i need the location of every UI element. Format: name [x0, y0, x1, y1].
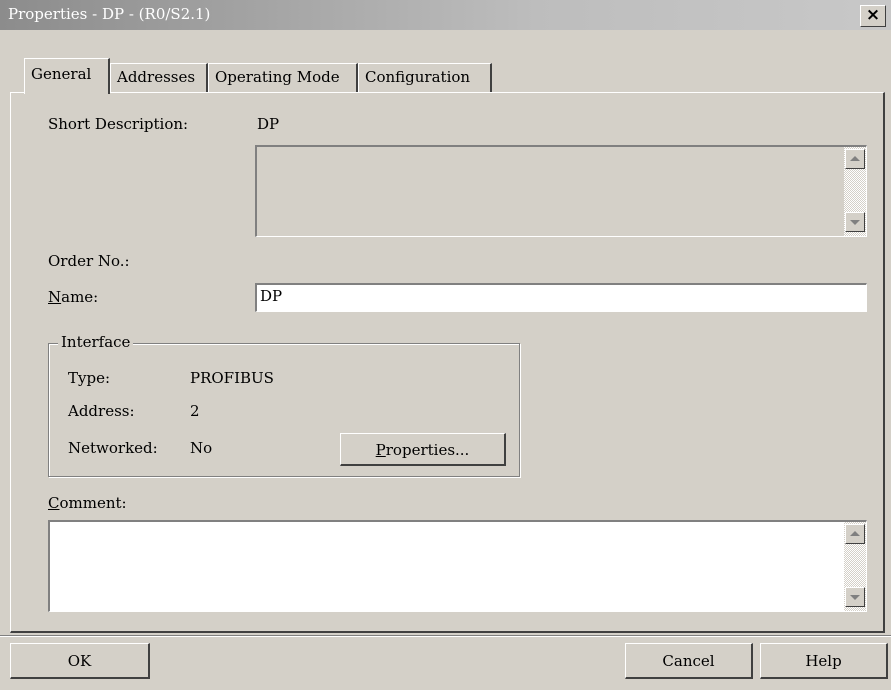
order-no-label: Order No.:	[48, 252, 130, 270]
close-icon: ×	[865, 5, 881, 25]
tab-general-label: General	[31, 65, 92, 83]
comment-label-mnemonic: C	[48, 494, 60, 512]
properties-button-mnemonic: P	[375, 441, 386, 459]
cancel-button[interactable]: Cancel	[625, 643, 753, 679]
scroll-up-button[interactable]	[845, 524, 865, 544]
arrow-up-icon	[850, 156, 860, 161]
description-scrollbar[interactable]	[844, 147, 866, 236]
ok-button[interactable]: OK	[10, 643, 150, 679]
interface-type-value: PROFIBUS	[190, 369, 274, 387]
comment-textarea[interactable]	[48, 520, 867, 612]
scroll-down-button[interactable]	[845, 587, 865, 607]
short-description-label: Short Description:	[48, 115, 189, 133]
arrow-down-icon	[850, 220, 860, 225]
interface-properties-button[interactable]: Properties...	[340, 433, 506, 466]
properties-button-rest: roperties...	[385, 441, 470, 459]
interface-address-label: Address:	[68, 402, 135, 420]
interface-networked-value: No	[190, 439, 213, 457]
arrow-down-icon	[850, 595, 860, 600]
tab-addresses-label: Addresses	[117, 68, 196, 86]
comment-scrollbar[interactable]	[844, 522, 866, 611]
comment-label-rest: omment:	[59, 494, 127, 512]
arrow-up-icon	[850, 531, 860, 536]
help-button-label: Help	[805, 652, 842, 670]
tab-configuration-label: Configuration	[365, 68, 471, 86]
tab-addresses[interactable]: Addresses	[110, 63, 208, 92]
interface-networked-label: Networked:	[68, 439, 158, 457]
name-input[interactable]: DP	[255, 283, 867, 312]
name-label-mnemonic: N	[48, 288, 62, 306]
tab-operating-mode-label: Operating Mode	[215, 68, 340, 86]
ok-button-label: OK	[67, 652, 92, 670]
scroll-up-button[interactable]	[845, 149, 865, 169]
cancel-button-label: Cancel	[662, 652, 715, 670]
close-button[interactable]: ×	[860, 5, 886, 27]
name-label: Name:	[48, 288, 98, 306]
comment-label: Comment:	[48, 494, 127, 512]
scroll-down-button[interactable]	[845, 212, 865, 232]
tab-general[interactable]: General	[24, 58, 110, 94]
interface-legend: Interface	[58, 333, 134, 351]
title-bar: Properties - DP - (R0/S2.1) ×	[0, 0, 891, 30]
tab-configuration[interactable]: Configuration	[358, 63, 492, 92]
name-label-rest: ame:	[61, 288, 99, 306]
short-description-value: DP	[257, 115, 280, 133]
interface-address-value: 2	[190, 402, 200, 420]
footer-separator	[0, 635, 891, 637]
help-button[interactable]: Help	[760, 643, 888, 679]
name-input-value: DP	[260, 287, 283, 305]
interface-type-label: Type:	[68, 369, 111, 387]
tab-operating-mode[interactable]: Operating Mode	[208, 63, 358, 92]
window-title: Properties - DP - (R0/S2.1)	[8, 5, 211, 23]
description-textarea[interactable]	[255, 145, 867, 237]
